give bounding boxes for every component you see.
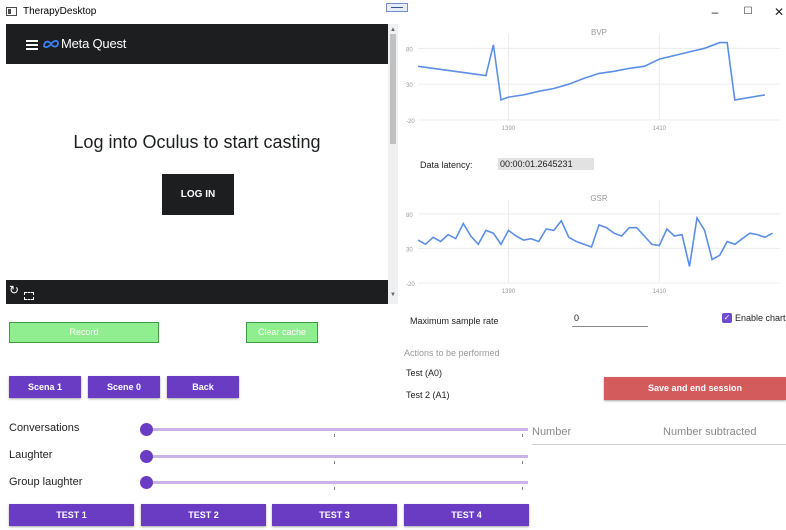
conversations-slider-track[interactable] [146, 428, 528, 431]
record-button[interactable]: Record [9, 322, 159, 343]
test-1-button[interactable]: TEST 1 [9, 504, 134, 526]
y-tick-label: 80 [406, 213, 413, 219]
chart-title: GSR [590, 194, 608, 203]
conversations-slider-thumb[interactable] [140, 423, 153, 436]
table-header-divider [532, 444, 786, 445]
action-item-0[interactable]: Test (A0) [406, 368, 442, 378]
slider-tick [334, 487, 335, 490]
clear-cache-button[interactable]: Clear cache [246, 322, 318, 343]
number-column-header: Number [532, 426, 572, 438]
y-tick-label: -20 [406, 119, 415, 125]
minimize-button[interactable]: – [705, 4, 725, 20]
laughter-slider-thumb[interactable] [140, 450, 153, 463]
slider-label-laughter: Laughter [9, 449, 53, 461]
webview-scrollbar[interactable]: ▲ ▼ [388, 24, 398, 304]
scroll-up-icon[interactable]: ▲ [390, 27, 396, 33]
latency-label: Data latency: [420, 160, 473, 170]
title-bar: TherapyDesktop – ☐ ✕ [0, 0, 786, 24]
refresh-icon[interactable]: ↻ [9, 283, 19, 297]
hamburger-menu-icon[interactable] [26, 40, 38, 50]
slider-tick [522, 487, 523, 490]
x-tick-label: 1390 [502, 289, 516, 295]
back-button[interactable]: Back [167, 376, 239, 398]
test-3-button[interactable]: TEST 3 [272, 504, 397, 526]
test-2-button[interactable]: TEST 2 [141, 504, 266, 526]
brand-name: Meta Quest [61, 36, 127, 51]
enable-charts-label: Enable charts [735, 313, 786, 323]
maximize-button[interactable]: ☐ [738, 4, 758, 20]
slider-tick [522, 434, 523, 437]
webview-footer: ↻ [6, 280, 388, 304]
x-tick-label: 1410 [653, 289, 667, 295]
number-subtracted-column-header: Number subtracted [663, 426, 757, 438]
laughter-slider-track[interactable] [146, 455, 528, 458]
series-line [417, 41, 766, 101]
action-item-1[interactable]: Test 2 (A1) [406, 390, 450, 400]
group-laughter-slider-thumb[interactable] [140, 476, 153, 489]
y-tick-label: -20 [406, 282, 415, 288]
oculus-webview: Meta Quest Log into Oculus to start cast… [6, 24, 388, 304]
sample-rate-input[interactable]: 0 [572, 313, 648, 327]
slider-tick [334, 434, 335, 437]
app-icon [6, 7, 17, 16]
test-4-button[interactable]: TEST 4 [404, 504, 529, 526]
close-button[interactable]: ✕ [769, 4, 786, 20]
expand-icon[interactable] [24, 292, 34, 300]
meta-logo-icon [43, 39, 59, 49]
y-tick-label: 30 [406, 83, 413, 89]
scene-0-button[interactable]: Scene 0 [88, 376, 160, 398]
series-line [417, 215, 773, 267]
latency-value: 00:00:01.2645231 [498, 158, 594, 170]
actions-title: Actions to be performed [404, 348, 500, 358]
slider-label-group-laughter: Group laughter [9, 476, 83, 488]
drag-handle-icon[interactable] [386, 3, 408, 12]
gsr-chart: GSR 80 30 -20 1390 1410 [398, 190, 786, 305]
slider-tick [522, 461, 523, 464]
scene-1-button[interactable]: Scena 1 [9, 376, 81, 398]
window-title: TherapyDesktop [23, 6, 97, 17]
y-tick-label: 30 [406, 247, 413, 253]
scroll-thumb[interactable] [390, 34, 396, 144]
y-tick-label: 80 [406, 47, 413, 53]
group-laughter-slider-track[interactable] [146, 481, 528, 484]
save-end-session-button[interactable]: Save and end session [604, 377, 786, 400]
chart-title: BVP [591, 28, 607, 37]
x-tick-label: 1410 [653, 126, 667, 132]
bvp-chart: BVP 80 30 -20 1390 1410 [398, 24, 786, 142]
app-window: TherapyDesktop – ☐ ✕ Meta Quest Log into… [0, 0, 786, 530]
sample-rate-label: Maximum sample rate [410, 316, 499, 326]
enable-charts-checkbox[interactable]: ✓ [722, 313, 732, 323]
login-button[interactable]: LOG IN [162, 174, 234, 215]
page-title: Log into Oculus to start casting [73, 132, 321, 152]
slider-label-conversations: Conversations [9, 422, 80, 434]
x-tick-label: 1390 [502, 126, 516, 132]
slider-tick [334, 461, 335, 464]
oculus-header: Meta Quest [6, 24, 388, 64]
scroll-down-icon[interactable]: ▼ [390, 292, 396, 298]
